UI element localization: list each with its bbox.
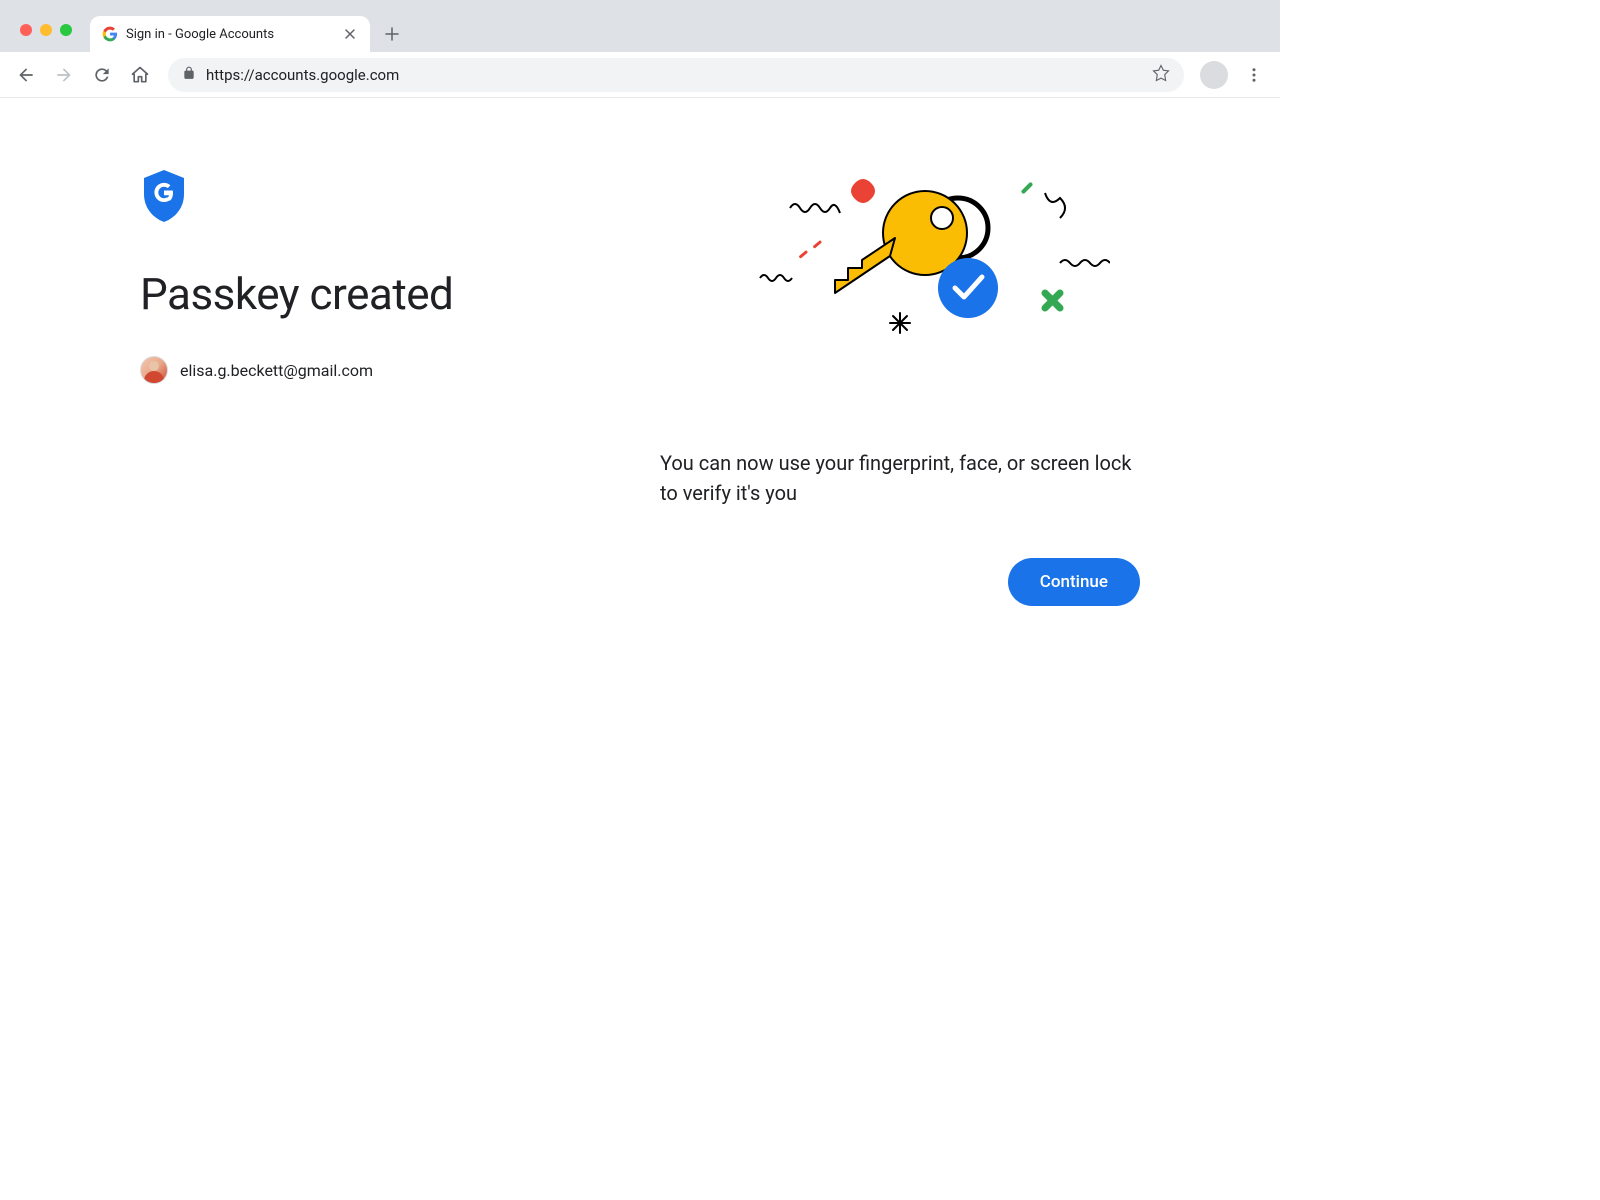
back-button[interactable] xyxy=(10,59,42,91)
url-text: https://accounts.google.com xyxy=(206,66,1142,84)
window-maximize-button[interactable] xyxy=(60,24,72,36)
bookmark-star-icon[interactable] xyxy=(1152,64,1170,86)
continue-button[interactable]: Continue xyxy=(1008,558,1140,606)
right-column: You can now use your fingerprint, face, … xyxy=(660,168,1140,606)
google-favicon-icon xyxy=(102,26,118,42)
forward-button[interactable] xyxy=(48,59,80,91)
button-row: Continue xyxy=(660,558,1140,606)
window-close-button[interactable] xyxy=(20,24,32,36)
tab-title: Sign in - Google Accounts xyxy=(126,27,334,42)
passkey-illustration xyxy=(690,168,1110,398)
window-controls xyxy=(10,24,82,52)
address-bar[interactable]: https://accounts.google.com xyxy=(168,58,1184,92)
browser-menu-button[interactable] xyxy=(1238,59,1270,91)
home-button[interactable] xyxy=(124,59,156,91)
page-content: Passkey created elisa.g.beckett@gmail.co… xyxy=(0,98,1280,606)
tab-close-button[interactable] xyxy=(342,26,358,42)
google-shield-icon xyxy=(140,168,188,224)
account-avatar xyxy=(140,356,168,384)
browser-tab[interactable]: Sign in - Google Accounts xyxy=(90,16,370,52)
page-heading: Passkey created xyxy=(140,268,600,320)
reload-button[interactable] xyxy=(86,59,118,91)
lock-icon xyxy=(182,65,196,84)
profile-avatar-button[interactable] xyxy=(1200,61,1228,89)
new-tab-button[interactable] xyxy=(378,20,406,48)
account-email: elisa.g.beckett@gmail.com xyxy=(180,361,373,380)
window-minimize-button[interactable] xyxy=(40,24,52,36)
description-text: You can now use your fingerprint, face, … xyxy=(660,448,1140,508)
browser-toolbar: https://accounts.google.com xyxy=(0,52,1280,98)
account-chip[interactable]: elisa.g.beckett@gmail.com xyxy=(140,356,600,384)
browser-tab-strip: Sign in - Google Accounts xyxy=(0,0,1280,52)
left-column: Passkey created elisa.g.beckett@gmail.co… xyxy=(140,168,600,606)
